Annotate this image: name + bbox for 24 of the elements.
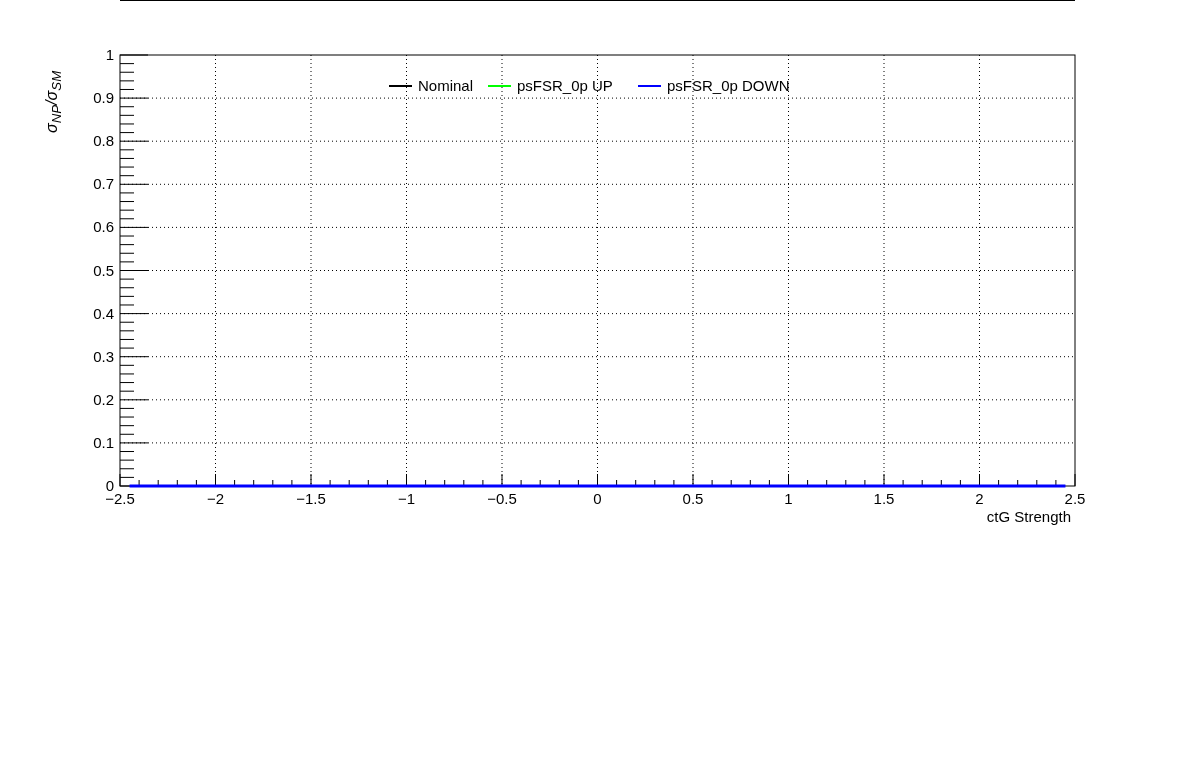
legend-label: psFSR_0p UP <box>517 77 613 94</box>
tick-label: 0.7 <box>93 175 114 193</box>
tick-label: 0.2 <box>93 390 114 408</box>
legend-label: Nominal <box>418 77 474 94</box>
tick-label: 0.3 <box>93 347 114 365</box>
tick-label: 0 <box>593 490 602 507</box>
axis-title: ctG Strength <box>986 508 1071 525</box>
tick-label: 0.1 <box>93 433 114 451</box>
tick-label: 2 <box>975 490 984 507</box>
tick-label: −2 <box>206 490 225 507</box>
tick-label: 0.5 <box>682 490 704 507</box>
tick-label: −0.5 <box>487 490 517 507</box>
tick-label: 1 <box>784 490 793 507</box>
tick-label: 0.5 <box>93 261 114 279</box>
tick-label: 0.8 <box>93 132 114 150</box>
tick-label: 1.5 <box>873 490 895 507</box>
tick-label: 0.4 <box>93 304 114 322</box>
tick-label: 0.6 <box>93 218 114 236</box>
tick-label: 1 <box>105 46 114 63</box>
legend-label: psFSR_0p DOWN <box>667 77 790 94</box>
tick-label: 2.5 <box>1064 490 1086 507</box>
tick-label: −1 <box>397 490 416 507</box>
tick-label: 0.9 <box>93 89 114 107</box>
tick-label: −1.5 <box>296 490 326 507</box>
